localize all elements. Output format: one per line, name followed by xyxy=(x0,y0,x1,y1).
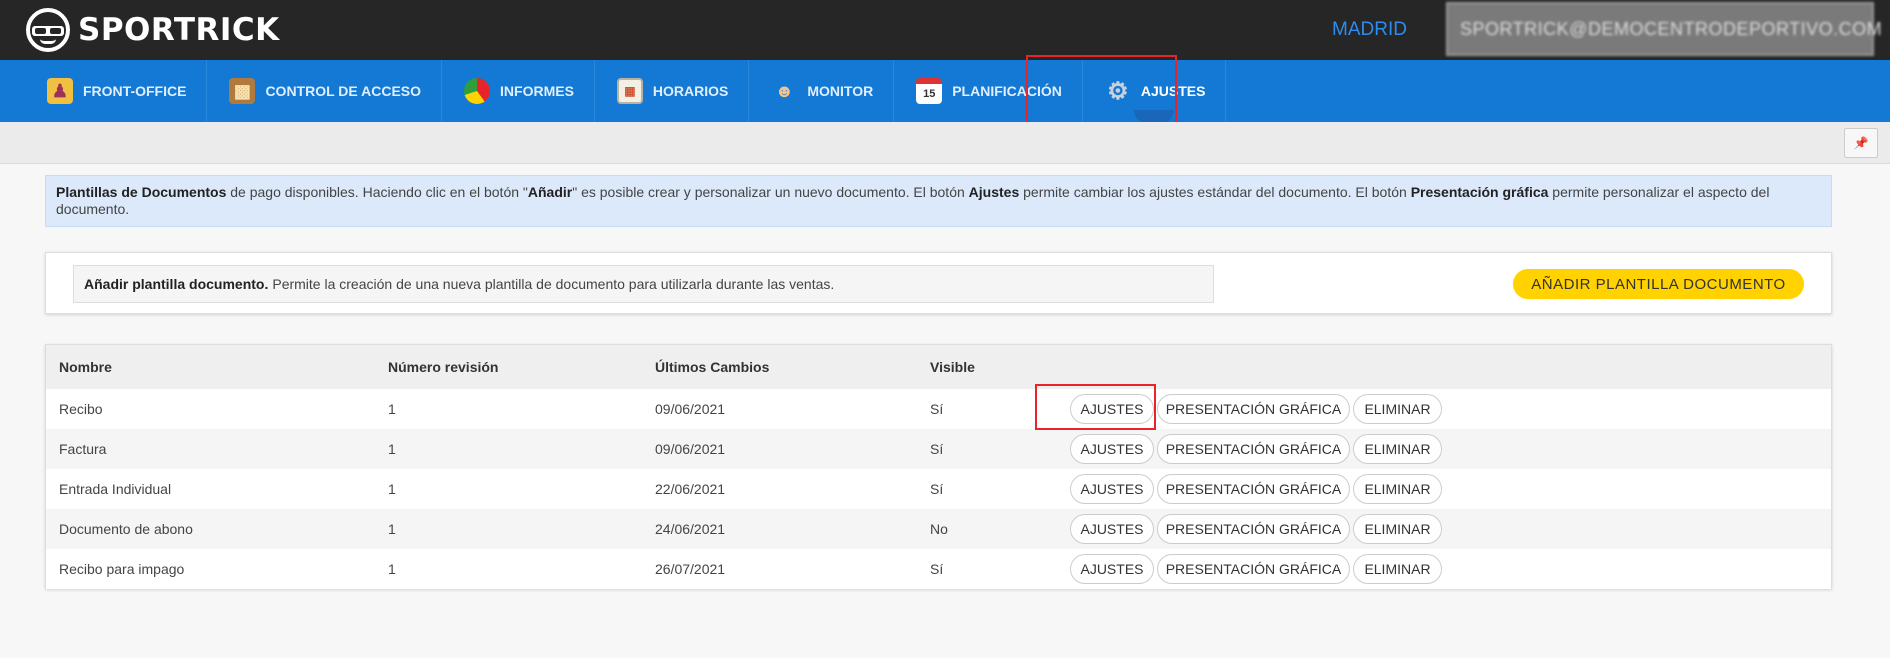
cell-name: Entrada Individual xyxy=(59,481,172,497)
nav-label: FRONT-OFFICE xyxy=(83,83,187,99)
cell-date: 09/06/2021 xyxy=(655,401,726,417)
settings-button[interactable]: AJUSTES xyxy=(1070,554,1154,584)
delete-button[interactable]: ELIMINAR xyxy=(1353,554,1442,584)
add-template-button[interactable]: AÑADIR PLANTILLA DOCUMENTO xyxy=(1513,269,1804,299)
cell-visible: Sí xyxy=(930,441,944,457)
pin-button[interactable]: 📌 xyxy=(1844,128,1878,158)
nav-label: MONITOR xyxy=(807,83,874,99)
info-strong: Plantillas de Documentos xyxy=(56,184,227,200)
nav-planificacion[interactable]: 15 PLANIFICACIÓN xyxy=(894,60,1083,122)
calendar-grid-icon: ▦ xyxy=(616,78,643,104)
cell-revision: 1 xyxy=(388,401,396,417)
nav-label: INFORMES xyxy=(500,83,574,99)
info-text: permite cambiar los ajustes estándar del… xyxy=(1019,184,1411,200)
nav-label: PLANIFICACIÓN xyxy=(952,83,1062,99)
nav-informes[interactable]: INFORMES xyxy=(442,60,595,122)
cell-name: Factura xyxy=(59,441,107,457)
table-header: Nombre Número revisión Últimos Cambios V… xyxy=(46,345,1831,389)
location-selector[interactable]: MADRID xyxy=(1332,19,1407,41)
cell-visible: No xyxy=(930,521,948,537)
cell-date: 22/06/2021 xyxy=(655,481,726,497)
templates-table: Nombre Número revisión Últimos Cambios V… xyxy=(45,344,1832,589)
table-row: Recibo 1 09/06/2021 Sí AJUSTES PRESENTAC… xyxy=(46,389,1831,429)
delete-button[interactable]: ELIMINAR xyxy=(1353,514,1442,544)
cell-revision: 1 xyxy=(388,441,396,457)
cell-date: 09/06/2021 xyxy=(655,441,726,457)
cell-date: 26/07/2021 xyxy=(655,561,726,577)
people-icon: ☻ xyxy=(774,80,794,101)
logo-face-icon xyxy=(26,8,70,52)
nav-monitor[interactable]: ☻ MONITOR xyxy=(749,60,895,122)
cell-visible: Sí xyxy=(930,401,944,417)
column-header[interactable]: Nombre xyxy=(59,359,112,375)
nav-control-de-acceso[interactable]: ▩ CONTROL DE ACCESO xyxy=(207,60,443,122)
pie-chart-icon xyxy=(464,78,491,104)
nav-label: CONTROL DE ACCESO xyxy=(265,83,422,99)
front-office-icon: ♟ xyxy=(47,78,73,104)
graphic-presentation-button[interactable]: PRESENTACIÓN GRÁFICA xyxy=(1157,474,1350,504)
cell-revision: 1 xyxy=(388,481,396,497)
settings-button[interactable]: AJUSTES xyxy=(1070,474,1154,504)
top-bar: SPORTRICK MADRID SPORTRICK@DEMOCENTRODEP… xyxy=(0,0,1890,60)
add-template-title: Añadir plantilla documento. xyxy=(84,276,269,292)
add-template-description: Añadir plantilla documento. Permite la c… xyxy=(73,265,1214,303)
graphic-presentation-button[interactable]: PRESENTACIÓN GRÁFICA xyxy=(1157,514,1350,544)
pin-icon: 📌 xyxy=(1853,136,1869,150)
add-template-text: Permite la creación de una nueva plantil… xyxy=(272,276,835,292)
table-row: Entrada Individual 1 22/06/2021 Sí AJUST… xyxy=(46,469,1831,509)
cell-visible: Sí xyxy=(930,561,944,577)
brand-name: SPORTRICK xyxy=(78,12,280,48)
main-nav: ♟ FRONT-OFFICE ▩ CONTROL DE ACCESO INFOR… xyxy=(0,60,1890,124)
delete-button[interactable]: ELIMINAR xyxy=(1353,434,1442,464)
delete-button[interactable]: ELIMINAR xyxy=(1353,394,1442,424)
settings-button[interactable]: AJUSTES xyxy=(1070,514,1154,544)
table-row: Recibo para impago 1 26/07/2021 Sí AJUST… xyxy=(46,549,1831,589)
graphic-presentation-button[interactable]: PRESENTACIÓN GRÁFICA xyxy=(1157,554,1350,584)
cell-name: Recibo xyxy=(59,401,103,417)
info-text: de pago disponibles. Haciendo clic en el… xyxy=(226,184,528,200)
user-account[interactable]: SPORTRICK@DEMOCENTRODEPORTIVO.COM xyxy=(1446,2,1882,56)
info-text: " es posible crear y personalizar un nue… xyxy=(572,184,969,200)
info-banner: Plantillas de Documentos de pago disponi… xyxy=(45,175,1832,227)
column-header[interactable]: Últimos Cambios xyxy=(655,359,769,375)
cell-revision: 1 xyxy=(388,521,396,537)
cell-date: 24/06/2021 xyxy=(655,521,726,537)
calendar-icon: 15 xyxy=(916,78,943,104)
info-strong: Ajustes xyxy=(968,184,1020,200)
logo[interactable]: SPORTRICK xyxy=(26,6,280,54)
settings-button[interactable]: AJUSTES xyxy=(1070,394,1154,424)
cell-name: Recibo para impago xyxy=(59,561,185,577)
cell-visible: Sí xyxy=(930,481,944,497)
cell-name: Documento de abono xyxy=(59,521,193,537)
table-row: Factura 1 09/06/2021 Sí AJUSTES PRESENTA… xyxy=(46,429,1831,469)
sub-toolbar xyxy=(0,122,1890,164)
settings-button[interactable]: AJUSTES xyxy=(1070,434,1154,464)
gear-icon: ⚙ xyxy=(1107,77,1129,105)
graphic-presentation-button[interactable]: PRESENTACIÓN GRÁFICA xyxy=(1157,394,1350,424)
nav-horarios[interactable]: ▦ HORARIOS xyxy=(595,60,750,122)
table-row: Documento de abono 1 24/06/2021 No AJUST… xyxy=(46,509,1831,549)
graphic-presentation-button[interactable]: PRESENTACIÓN GRÁFICA xyxy=(1157,434,1350,464)
info-strong: Presentación gráfica xyxy=(1410,184,1549,200)
column-header[interactable]: Número revisión xyxy=(388,359,498,375)
nav-ajustes[interactable]: ⚙ AJUSTES xyxy=(1083,60,1227,124)
column-header[interactable]: Visible xyxy=(930,359,975,375)
user-email: SPORTRICK@DEMOCENTRODEPORTIVO.COM xyxy=(1460,18,1883,39)
delete-button[interactable]: ELIMINAR xyxy=(1353,474,1442,504)
nav-label: AJUSTES xyxy=(1140,83,1206,99)
nav-front-office[interactable]: ♟ FRONT-OFFICE xyxy=(0,60,208,122)
add-template-panel: Añadir plantilla documento. Permite la c… xyxy=(45,252,1832,314)
cell-revision: 1 xyxy=(388,561,396,577)
info-strong: Añadir xyxy=(527,184,573,200)
nav-label: HORARIOS xyxy=(652,83,729,99)
door-icon: ▩ xyxy=(229,78,256,104)
